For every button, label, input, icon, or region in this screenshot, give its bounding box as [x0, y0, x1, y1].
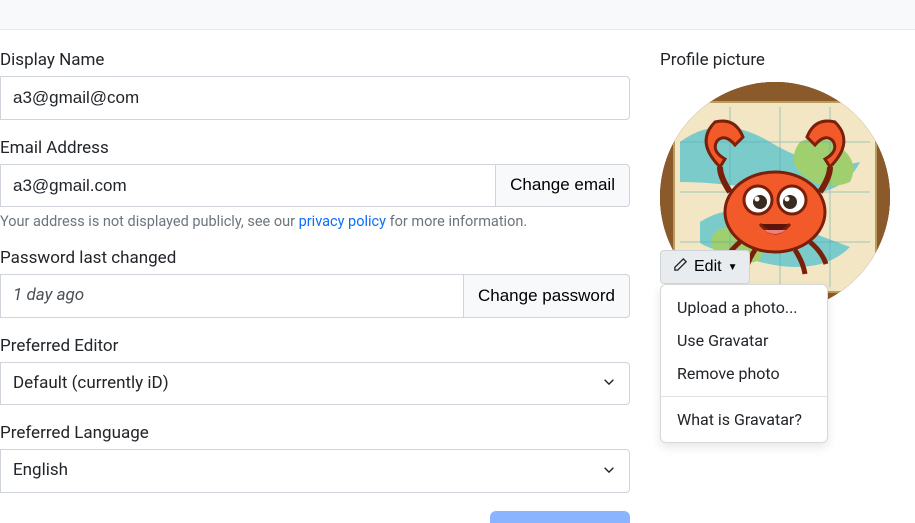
- top-bar: [0, 0, 915, 30]
- email-input[interactable]: [0, 164, 495, 208]
- menu-divider: [661, 396, 827, 397]
- avatar-edit-menu: Upload a photo... Use Gravatar Remove ph…: [660, 284, 828, 443]
- privacy-policy-link[interactable]: privacy policy: [299, 213, 386, 230]
- display-name-input[interactable]: [0, 76, 630, 120]
- preferred-language-select[interactable]: English: [0, 449, 630, 493]
- menu-use-gravatar[interactable]: Use Gravatar: [661, 324, 827, 357]
- preferred-editor-select[interactable]: Default (currently iD): [0, 362, 630, 406]
- preferred-language-group: Preferred Language English: [0, 423, 630, 493]
- password-group: Password last changed 1 day ago Change p…: [0, 248, 630, 318]
- preferred-language-label: Preferred Language: [0, 423, 630, 443]
- preferred-editor-group: Preferred Editor Default (currently iD): [0, 336, 630, 406]
- display-name-label: Display Name: [0, 50, 630, 70]
- menu-remove-photo[interactable]: Remove photo: [661, 357, 827, 390]
- settings-form: Display Name Email Address Change email …: [0, 50, 630, 523]
- display-name-group: Display Name: [0, 50, 630, 120]
- email-hint-suffix: for more information.: [386, 213, 527, 230]
- pencil-icon: [673, 257, 688, 277]
- email-hint-prefix: Your address is not displayed publicly, …: [0, 213, 299, 230]
- profile-picture-title: Profile picture: [660, 50, 915, 70]
- password-label: Password last changed: [0, 248, 630, 268]
- change-password-button[interactable]: Change password: [463, 274, 630, 318]
- profile-picture-section: Profile picture: [660, 50, 915, 523]
- menu-what-is-gravatar[interactable]: What is Gravatar?: [661, 403, 827, 436]
- caret-down-icon: ▼: [728, 262, 738, 273]
- edit-button-label: Edit: [694, 258, 722, 276]
- email-hint: Your address is not displayed publicly, …: [0, 213, 630, 230]
- password-changed-value: 1 day ago: [0, 274, 463, 318]
- change-email-button[interactable]: Change email: [495, 164, 630, 208]
- email-label: Email Address: [0, 138, 630, 158]
- email-group: Email Address Change email Your address …: [0, 138, 630, 231]
- edit-avatar-button[interactable]: Edit ▼: [660, 250, 750, 284]
- preferred-editor-label: Preferred Editor: [0, 336, 630, 356]
- menu-upload-photo[interactable]: Upload a photo...: [661, 291, 827, 324]
